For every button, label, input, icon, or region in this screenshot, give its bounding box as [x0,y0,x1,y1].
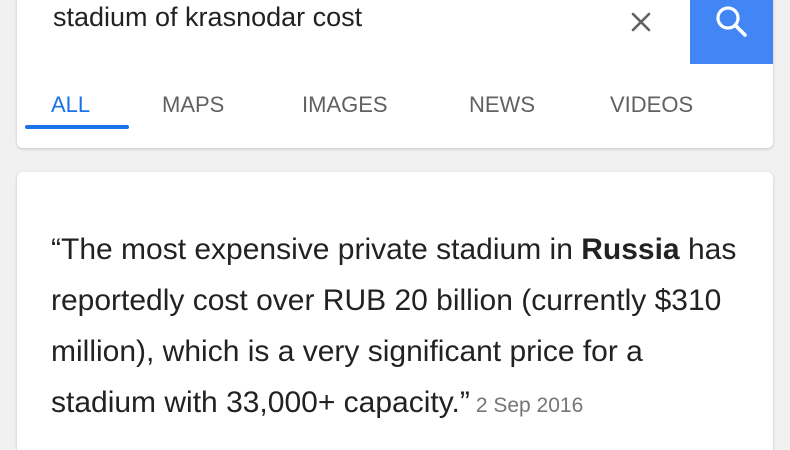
search-button[interactable] [690,0,773,64]
search-header: stadium of krasnodar cost ALL MAPS IMAGE… [17,0,773,148]
result-tabs: ALL MAPS IMAGES NEWS VIDEOS [17,84,773,148]
tab-maps[interactable]: MAPS [162,92,224,118]
tab-all[interactable]: ALL [51,92,90,118]
tab-videos[interactable]: VIDEOS [610,92,693,118]
tab-images[interactable]: IMAGES [302,92,388,118]
snippet-bold-term: Russia [581,233,680,266]
featured-snippet-text: “The most expensive private stadium in R… [51,224,751,431]
active-tab-indicator [25,125,129,129]
featured-snippet-card: “The most expensive private stadium in R… [17,172,773,450]
snippet-date: 2 Sep 2016 [475,394,584,417]
search-input[interactable]: stadium of krasnodar cost [53,2,362,33]
clear-search-button[interactable] [619,0,663,44]
close-icon [631,12,651,32]
search-icon [715,6,747,37]
search-results-page: stadium of krasnodar cost ALL MAPS IMAGE… [0,0,790,450]
snippet-text-before: “The most expensive private stadium in [51,233,582,266]
tab-news[interactable]: NEWS [469,92,535,118]
